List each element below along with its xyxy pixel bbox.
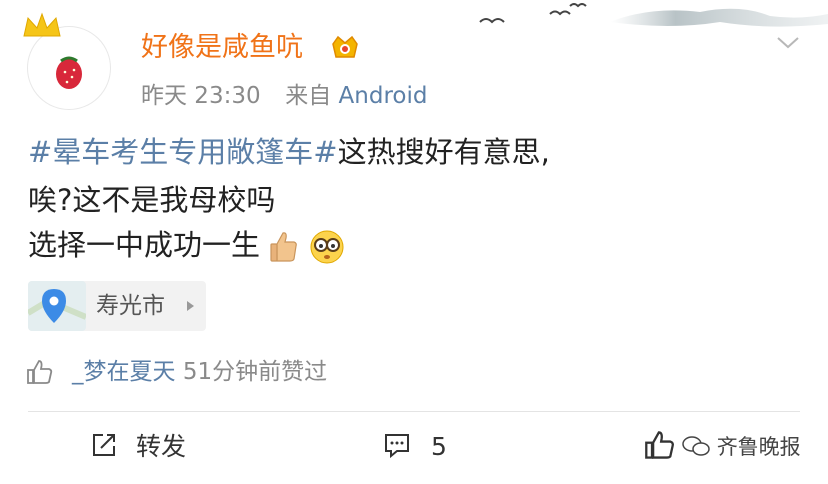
source-prefix: 来自 — [285, 83, 332, 109]
post-text: 选择一中成功一生 — [28, 228, 261, 262]
post-text-line-2: 唉?这不是我母校吗 — [28, 183, 276, 217]
nerd-face-emoji — [310, 230, 344, 264]
repost-label: 转发 — [135, 432, 186, 461]
user-name[interactable]: 好像是咸鱼吭 — [141, 30, 303, 66]
comment-icon — [385, 434, 409, 459]
watermark-text: 齐鲁晚报 — [716, 435, 801, 459]
like-icon — [645, 431, 674, 459]
post-text-line-3: 选择一中成功一生 — [28, 226, 346, 266]
hashtag-link[interactable]: #晕车考生专用敞篷车# — [28, 135, 338, 169]
chevron-right-icon — [187, 301, 194, 311]
post-text-line-1: #晕车考生专用敞篷车#这热搜好有意思, — [28, 133, 550, 171]
repost-icon — [93, 434, 115, 456]
map-pin-icon — [28, 281, 86, 331]
liker-link[interactable]: _梦在夏天 — [72, 359, 176, 385]
post-source[interactable]: Android — [339, 83, 428, 109]
comment-button[interactable]: 5 — [383, 429, 447, 465]
location-chip[interactable]: 寿光市 — [28, 281, 206, 331]
liked-by: _梦在夏天 51分钟前赞过 — [72, 356, 327, 388]
post-meta: 昨天 23:30 来自 Android — [141, 80, 427, 112]
location-label: 寿光市 — [96, 293, 165, 319]
chevron-down-icon[interactable] — [775, 32, 801, 52]
post-time: 昨天 23:30 — [141, 83, 261, 109]
liked-time: 51分钟前赞过 — [182, 359, 328, 385]
thumbs-up-emoji — [270, 232, 298, 262]
like-button[interactable] — [644, 429, 676, 465]
crown-icon — [23, 12, 61, 37]
repost-button[interactable]: 转发 — [90, 429, 186, 465]
post-text: 这热搜好有意思, — [337, 135, 550, 169]
watermark: 齐鲁晚报 — [682, 432, 801, 462]
vip-badge-icon[interactable] — [330, 32, 360, 62]
thumbs-up-icon — [27, 360, 53, 384]
divider — [28, 411, 800, 412]
wechat-icon — [682, 436, 710, 456]
comment-count: 5 — [430, 432, 447, 461]
